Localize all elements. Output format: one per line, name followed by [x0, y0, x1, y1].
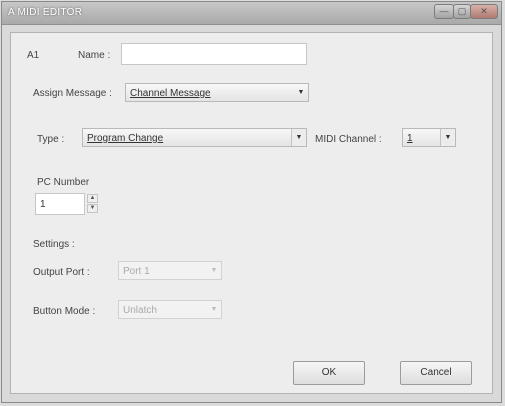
assign-message-select[interactable]: Channel Message ▼ — [125, 83, 309, 102]
assign-message-label: Assign Message : — [33, 88, 112, 99]
name-field[interactable] — [121, 43, 307, 65]
pc-number-increment[interactable]: ▲ — [87, 194, 98, 203]
midi-channel-select[interactable]: 1 ▼ — [402, 128, 456, 147]
pc-number-label: PC Number — [37, 177, 90, 188]
button-mode-value: Unlatch — [123, 305, 157, 316]
title-bar[interactable]: A MIDI EDITOR — ▢ ✕ — [2, 2, 501, 25]
midi-channel-value: 1 — [407, 133, 413, 144]
item-index-label: A1 — [27, 50, 40, 61]
button-mode-label: Button Mode : — [33, 306, 96, 317]
midi-channel-label: MIDI Channel : — [315, 134, 382, 145]
settings-label: Settings : — [33, 239, 75, 250]
pc-number-decrement[interactable]: ▼ — [87, 204, 98, 213]
type-select[interactable]: Program Change ▼ — [82, 128, 307, 147]
arrow-down-icon: ▼ — [89, 205, 96, 211]
type-label: Type : — [37, 134, 65, 145]
button-mode-select[interactable]: Unlatch ▼ — [118, 300, 222, 319]
name-label: Name : — [78, 50, 111, 61]
output-port-select[interactable]: Port 1 ▼ — [118, 261, 222, 280]
pc-number-field[interactable]: 1 — [35, 193, 85, 215]
type-value: Program Change — [87, 133, 164, 144]
chevron-down-icon: ▼ — [210, 267, 218, 274]
chevron-down-icon: ▼ — [210, 306, 218, 313]
dialog-body: A1 Name : Assign Message : Channel Messa… — [10, 32, 493, 394]
cancel-button[interactable]: Cancel — [400, 361, 472, 385]
maximize-button[interactable]: ▢ — [453, 4, 471, 19]
close-button[interactable]: ✕ — [470, 4, 498, 19]
assign-message-value: Channel Message — [130, 88, 211, 99]
chevron-down-icon: ▼ — [297, 89, 305, 96]
chevron-down-icon: ▼ — [440, 129, 455, 146]
output-port-value: Port 1 — [123, 266, 150, 277]
chevron-down-icon: ▼ — [291, 129, 306, 146]
pc-number-value: 1 — [40, 199, 46, 210]
maximize-icon: ▢ — [457, 6, 467, 16]
arrow-up-icon: ▲ — [89, 195, 96, 201]
ok-button[interactable]: OK — [293, 361, 365, 385]
minimize-icon: — — [439, 6, 449, 16]
output-port-label: Output Port : — [33, 267, 90, 278]
minimize-button[interactable]: — — [434, 4, 454, 19]
midi-editor-window: A MIDI EDITOR — ▢ ✕ A1 Name : Assign Mes… — [1, 1, 502, 403]
window-title: A MIDI EDITOR — [8, 7, 83, 18]
close-icon: ✕ — [480, 6, 488, 16]
